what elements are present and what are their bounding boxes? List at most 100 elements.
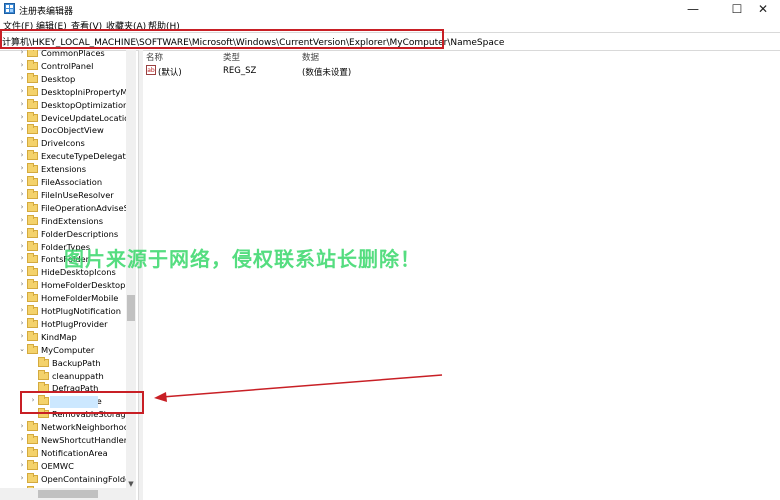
tree-item-opencontainingfolder[interactable]: › OpenContainingFolder	[0, 472, 136, 486]
folder-icon	[27, 253, 38, 264]
tree-item-label: NetworkNeighborhoo	[41, 422, 129, 433]
tree-item-label: OEMWC	[41, 460, 74, 471]
tree-item-label: DesktopOptimization	[41, 99, 129, 110]
tree-item-homefoldermobile[interactable]: › HomeFolderMobile	[0, 292, 136, 305]
expand-arrow-icon[interactable]: ›	[18, 203, 26, 211]
tree-item-notificationarea[interactable]: › NotificationArea	[0, 446, 136, 460]
tree-item-executetypedelegates[interactable]: › ExecuteTypeDelegates	[0, 150, 136, 163]
tree-item-label: DeviceUpdateLocation	[41, 112, 135, 123]
tree-hscroll-thumb[interactable]	[38, 490, 98, 498]
expand-arrow-icon[interactable]: ›	[18, 138, 26, 146]
tree-item-desktopoptimization[interactable]: › DesktopOptimization	[0, 98, 136, 112]
expand-arrow-icon[interactable]: ›	[18, 177, 26, 185]
folder-icon	[27, 85, 38, 96]
tree-item-controlpanel[interactable]: › ControlPanel	[0, 59, 136, 73]
folder-icon	[38, 369, 49, 380]
tree-item-label: FolderDescriptions	[41, 228, 119, 239]
folder-icon	[27, 266, 38, 277]
tree-item-label: MyComputer	[41, 344, 95, 355]
tree-item-fileoperationadvisesir[interactable]: › FileOperationAdviseSir	[0, 201, 136, 215]
expand-arrow-icon[interactable]: ›	[18, 50, 26, 56]
expand-arrow-icon[interactable]: ›	[18, 242, 26, 250]
tree-item-mycomputer[interactable]: ⌄ MyComputer	[0, 343, 136, 357]
tree-item-kindmap[interactable]: › KindMap	[0, 330, 136, 344]
folder-icon	[27, 279, 38, 290]
expand-arrow-icon[interactable]: ›	[18, 461, 26, 469]
tree-item-label: NewShortcutHandlers	[41, 435, 132, 445]
tree-item-folderdescriptions[interactable]: › FolderDescriptions	[0, 227, 136, 241]
expand-arrow-icon[interactable]: ›	[18, 474, 26, 482]
expand-arrow-icon[interactable]: ›	[18, 435, 26, 443]
tree-item-label: FileInUseResolver	[41, 189, 114, 200]
expand-arrow-icon[interactable]: ›	[18, 267, 26, 275]
header-name[interactable]: 名称	[146, 51, 163, 63]
tree-item-docobjectview[interactable]: › DocObjectView	[0, 124, 136, 137]
tree-item-hotplugnotification[interactable]: › HotPlugNotification	[0, 305, 136, 318]
tree-item-label: CommonPlaces	[41, 50, 105, 58]
expand-arrow-icon[interactable]: ›	[18, 61, 26, 69]
tree-item-newshortcuthandlers[interactable]: › NewShortcutHandlers	[0, 434, 136, 447]
scroll-down-arrow-icon[interactable]: ▼	[126, 480, 136, 488]
expand-arrow-icon[interactable]: ›	[18, 254, 26, 262]
folder-icon	[27, 188, 38, 199]
title-bar: 注册表编辑器 — ☐ ✕	[0, 0, 780, 18]
values-list[interactable]: 名称 类型 数据 ab (默认) REG_SZ (数值未设置)	[142, 50, 780, 500]
tree-item-findextensions[interactable]: › FindExtensions	[0, 214, 136, 228]
minimize-button[interactable]: —	[676, 0, 710, 18]
expand-arrow-icon[interactable]: ›	[18, 229, 26, 237]
tree-item-extensions[interactable]: › Extensions	[0, 163, 136, 176]
header-type[interactable]: 类型	[223, 51, 240, 63]
folder-icon	[27, 421, 38, 432]
tree-item-label: KindMap	[41, 331, 77, 342]
folder-icon	[27, 227, 38, 238]
expand-arrow-icon[interactable]: ›	[18, 100, 26, 108]
tree-item-label: FileAssociation	[41, 177, 103, 187]
expand-arrow-icon[interactable]: ›	[18, 125, 26, 133]
namespace-highlight-box	[20, 391, 144, 414]
close-button[interactable]: ✕	[746, 0, 780, 18]
expand-arrow-icon[interactable]: ›	[18, 216, 26, 224]
tree-item-fileassociation[interactable]: › FileAssociation	[0, 176, 136, 189]
tree-item-cleanuppath[interactable]: cleanuppath	[0, 369, 136, 383]
tree-item-commonplaces[interactable]: › CommonPlaces	[0, 50, 136, 60]
tree-horizontal-scrollbar[interactable]	[0, 488, 136, 500]
expand-arrow-icon[interactable]: ›	[18, 74, 26, 82]
key-tree[interactable]: › CommonPlaces › ControlPanel › Desktop › Deskt…	[0, 50, 136, 500]
expand-arrow-icon[interactable]: ›	[18, 293, 26, 301]
value-type: REG_SZ	[223, 66, 257, 76]
tree-item-label: DesktopIniPropertyMa	[41, 86, 133, 97]
folder-icon	[27, 472, 38, 483]
expand-arrow-icon[interactable]: ›	[18, 164, 26, 172]
tree-item-deviceupdatelocation[interactable]: › DeviceUpdateLocation	[0, 111, 136, 125]
expand-arrow-icon[interactable]: ›	[18, 280, 26, 288]
expand-arrow-icon[interactable]: ›	[18, 332, 26, 340]
tree-item-hotplugprovider[interactable]: › HotPlugProvider	[0, 317, 136, 331]
expand-arrow-icon[interactable]: ›	[18, 422, 26, 430]
expand-arrow-icon[interactable]: ›	[18, 113, 26, 121]
expand-arrow-icon[interactable]: ›	[18, 306, 26, 314]
tree-scroll-thumb[interactable]	[127, 295, 135, 321]
expand-arrow-icon[interactable]: ›	[18, 190, 26, 198]
tree-vertical-scrollbar[interactable]: ▼	[126, 50, 136, 500]
string-value-icon: ab	[146, 65, 156, 75]
folder-icon	[27, 343, 38, 354]
tree-item-oemwc[interactable]: › OEMWC	[0, 459, 136, 473]
expand-arrow-icon[interactable]: ›	[18, 151, 26, 159]
expand-arrow-icon[interactable]: ›	[18, 87, 26, 95]
tree-item-desktopinipropertyma[interactable]: › DesktopIniPropertyMa	[0, 85, 136, 99]
folder-icon	[27, 330, 38, 341]
expand-arrow-icon[interactable]: ›	[18, 448, 26, 456]
tree-item-homefolderdesktop[interactable]: › HomeFolderDesktop	[0, 279, 136, 292]
tree-item-driveicons[interactable]: › DriveIcons	[0, 137, 136, 150]
folder-icon	[27, 446, 38, 457]
tree-item-fileinuseresolver[interactable]: › FileInUseResolver	[0, 188, 136, 202]
value-name[interactable]: (默认)	[158, 66, 182, 78]
tree-item-backuppath[interactable]: BackupPath	[0, 356, 136, 370]
expand-arrow-icon[interactable]: ›	[18, 319, 26, 327]
tree-item-label: Extensions	[41, 164, 87, 175]
collapse-arrow-icon[interactable]: ⌄	[18, 345, 26, 353]
tree-item-networkneighborhoo[interactable]: › NetworkNeighborhoo	[0, 421, 136, 434]
tree-item-desktop[interactable]: › Desktop	[0, 72, 136, 86]
header-data[interactable]: 数据	[302, 51, 319, 63]
folder-icon	[27, 50, 38, 57]
